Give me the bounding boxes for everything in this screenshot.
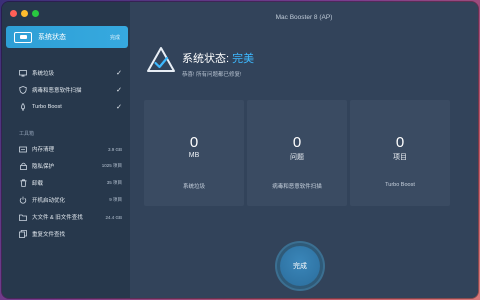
sidebar-item-large-files[interactable]: 大文件 & 旧文件查找 24.4 GB xyxy=(2,210,130,224)
warning-icon xyxy=(146,46,176,74)
done-button[interactable]: 完成 xyxy=(280,246,320,286)
shield-icon xyxy=(19,86,27,94)
trash-icon xyxy=(19,179,27,187)
result-card-turbo: 0 项目 Turbo Boost xyxy=(350,100,450,206)
item-value: 3.9 GB xyxy=(107,146,122,152)
close-button[interactable] xyxy=(10,10,17,17)
sidebar: 系统状态 完成 系统垃圾 ✓ 病毒和恶意软件扫描 ✓ Turbo Boost ✓… xyxy=(2,2,130,298)
result-unit: 问题 xyxy=(290,154,304,161)
sidebar-item-startup[interactable]: 开机启动优化 9 项目 xyxy=(2,193,130,207)
monitor-icon xyxy=(14,31,32,43)
item-value: 1025 项目 xyxy=(101,163,122,168)
sidebar-item-label: 重复文件查找 xyxy=(32,232,66,238)
main-panel: Mac Booster 8 (AP) 系统状态: 完美 恭喜! 所有问题都已修复… xyxy=(130,2,478,298)
section-title: 工具箱 xyxy=(19,131,35,137)
check-icon: ✓ xyxy=(116,104,122,111)
status-badge: 完成 xyxy=(109,34,120,41)
results-cards: 0 MB 系统垃圾 0 问题 病毒和恶意软件扫描 0 项目 Turbo Boos… xyxy=(144,100,450,206)
item-value: 35 项目 xyxy=(106,180,122,185)
minimize-button[interactable] xyxy=(21,10,28,17)
sidebar-item-label: 病毒和恶意软件扫描 xyxy=(32,88,82,94)
sidebar-item-label: 隐私保护 xyxy=(32,164,55,170)
window-title: Mac Booster 8 (AP) xyxy=(275,14,333,21)
sidebar-item-system-status[interactable]: 系统状态 完成 xyxy=(6,26,128,48)
sidebar-item-label: 内存清理 xyxy=(32,147,55,153)
sidebar-item-virus-scan[interactable]: 病毒和恶意软件扫描 ✓ xyxy=(2,83,130,97)
duplicate-icon xyxy=(19,230,27,238)
sidebar-item-label: 大文件 & 旧文件查找 xyxy=(32,215,83,221)
result-label: 系统垃圾 xyxy=(182,184,205,190)
item-value: 9 项目 xyxy=(109,197,122,202)
sidebar-item-label: 系统状态 xyxy=(38,34,66,41)
zoom-button[interactable] xyxy=(32,10,39,17)
sidebar-item-label: 系统垃圾 xyxy=(32,71,55,77)
sidebar-item-duplicates[interactable]: 重复文件查找 xyxy=(2,227,130,241)
power-icon xyxy=(19,196,27,204)
result-card-junk: 0 MB 系统垃圾 xyxy=(144,100,244,206)
window-controls xyxy=(10,10,39,17)
monitor-icon xyxy=(19,69,27,77)
check-icon: ✓ xyxy=(116,70,122,77)
sidebar-item-label: 卸载 xyxy=(32,181,44,187)
memory-icon xyxy=(19,145,27,153)
sidebar-item-system-junk[interactable]: 系统垃圾 ✓ xyxy=(2,66,130,80)
rocket-icon xyxy=(19,103,27,111)
status-heading-label: 系统状态: xyxy=(182,53,230,65)
item-value: 24.4 GB xyxy=(105,214,122,220)
result-unit: 项目 xyxy=(393,154,407,161)
sidebar-item-turbo-boost[interactable]: Turbo Boost ✓ xyxy=(2,100,130,114)
sidebar-item-memory-clean[interactable]: 内存清理 3.9 GB xyxy=(2,142,130,156)
result-unit: MB xyxy=(188,152,200,159)
sidebar-item-uninstall[interactable]: 卸载 35 项目 xyxy=(2,176,130,190)
result-label: Turbo Boost xyxy=(385,182,415,188)
result-label: 病毒和恶意软件扫描 xyxy=(272,184,322,190)
sidebar-item-label: 开机启动优化 xyxy=(32,198,66,204)
status-subtitle: 恭喜! 所有问题都已修复! xyxy=(182,72,242,78)
result-number: 0 xyxy=(189,134,199,151)
folder-icon xyxy=(19,213,27,221)
sidebar-item-label: Turbo Boost xyxy=(32,104,62,110)
check-icon: ✓ xyxy=(116,87,122,94)
result-card-virus: 0 问题 病毒和恶意软件扫描 xyxy=(247,100,347,206)
app-window: 系统状态 完成 系统垃圾 ✓ 病毒和恶意软件扫描 ✓ Turbo Boost ✓… xyxy=(2,2,478,298)
result-number: 0 xyxy=(395,134,405,151)
lock-icon xyxy=(19,162,27,170)
status-heading: 系统状态: 完美 xyxy=(182,50,254,66)
sidebar-item-privacy[interactable]: 隐私保护 1025 项目 xyxy=(2,159,130,173)
status-highlight: 完美 xyxy=(232,53,255,65)
status-header: 系统状态: 完美 恭喜! 所有问题都已修复! xyxy=(146,46,254,78)
result-number: 0 xyxy=(292,134,302,151)
